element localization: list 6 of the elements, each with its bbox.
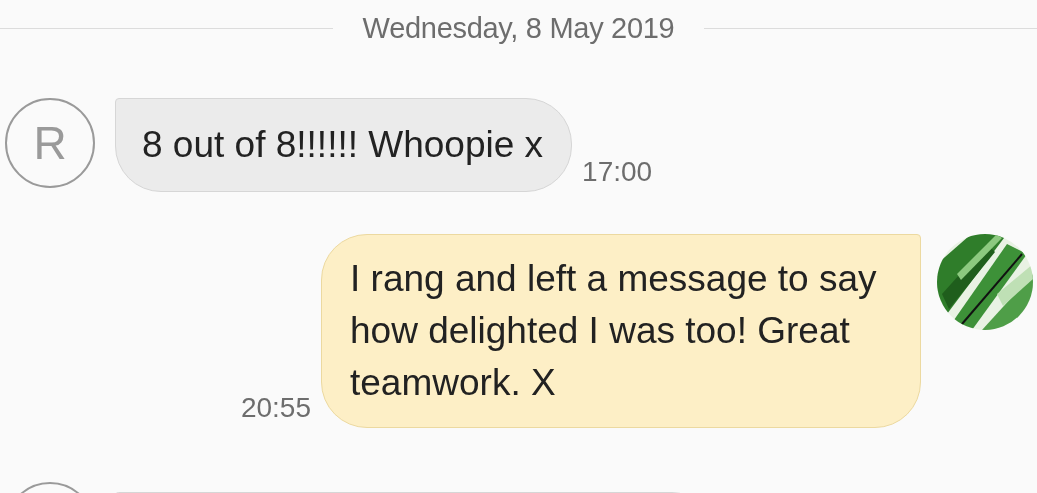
message-bubble[interactable]: 8 out of 8!!!!!! Whoopie x	[115, 98, 573, 192]
message-time: 17:00	[582, 156, 653, 188]
message-bubble[interactable]: I rang and left a message to say how delighted I was too! Great teamwork. X	[321, 234, 921, 428]
date-header: Wednesday, 8 May 2019	[362, 11, 675, 45]
avatar-letter: R	[33, 116, 67, 170]
message-time: 20:55	[240, 392, 311, 424]
